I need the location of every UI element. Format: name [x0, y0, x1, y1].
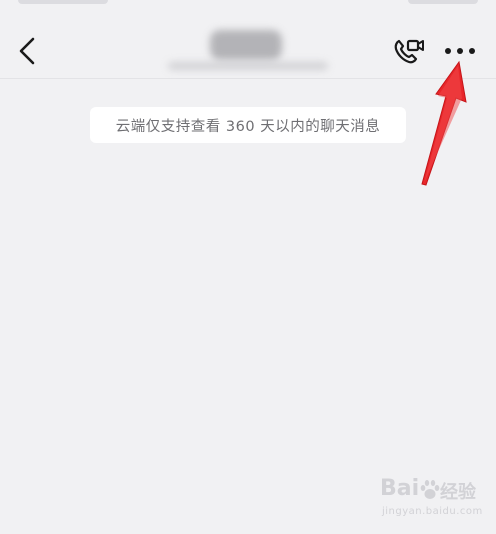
- back-chevron-icon: [19, 37, 35, 65]
- chat-subtitle: [168, 62, 328, 70]
- status-bar-indicators: [408, 0, 478, 4]
- history-limit-notice: 云端仅支持查看 360 天以内的聊天消息: [90, 107, 406, 143]
- chat-title: [210, 30, 282, 60]
- status-bar: [0, 0, 496, 14]
- annotation-arrow-icon: [421, 60, 467, 186]
- paw-icon: [420, 480, 440, 499]
- status-bar-time: [18, 0, 108, 4]
- watermark-url: jingyan.baidu.com: [382, 506, 483, 517]
- watermark: Bai 经验 jingyan.baidu.com: [380, 476, 484, 524]
- back-button[interactable]: [14, 36, 42, 66]
- watermark-brand: Bai: [380, 476, 420, 501]
- watermark-suffix: 经验: [440, 482, 476, 503]
